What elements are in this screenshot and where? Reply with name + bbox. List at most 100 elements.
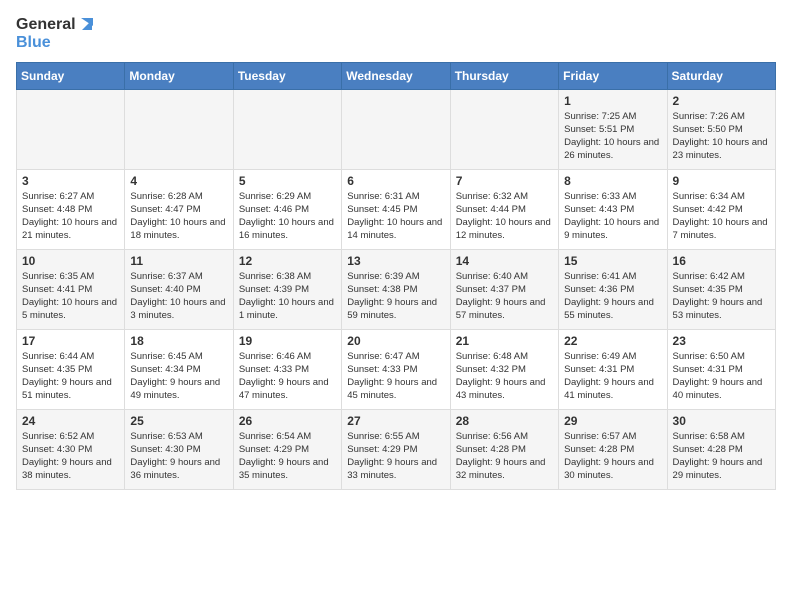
day-info: Sunrise: 6:32 AM Sunset: 4:44 PM Dayligh…	[456, 190, 553, 243]
calendar-cell: 9Sunrise: 6:34 AM Sunset: 4:42 PM Daylig…	[667, 169, 775, 249]
calendar-cell: 17Sunrise: 6:44 AM Sunset: 4:35 PM Dayli…	[17, 329, 125, 409]
day-info: Sunrise: 6:42 AM Sunset: 4:35 PM Dayligh…	[673, 270, 770, 323]
weekday-header-tuesday: Tuesday	[233, 62, 341, 89]
calendar-cell: 28 Sunrise: 6:56 AM Sunset: 4:28 PM Dayli…	[450, 409, 558, 489]
day-number: 28	[456, 414, 553, 428]
day-info: Sunrise: 6:27 AM Sunset: 4:48 PM Dayligh…	[22, 190, 119, 243]
calendar-cell: 20 Sunrise: 6:47 AM Sunset: 4:33 PM Dayli…	[342, 329, 450, 409]
day-info: Sunrise: 6:49 AM Sunset: 4:31 PM Dayligh…	[564, 350, 661, 403]
day-number: 21	[456, 334, 553, 348]
day-number: 12	[239, 254, 336, 268]
day-number: 11	[130, 254, 227, 268]
day-info: Sunrise: 6:48 AM Sunset: 4:32 PM Dayligh…	[456, 350, 553, 403]
day-number: 13	[347, 254, 444, 268]
day-info: Sunrise: 7:25 AM Sunset: 5:51 PM Dayligh…	[564, 110, 661, 163]
day-number: 27	[347, 414, 444, 428]
calendar-cell: 22 Sunrise: 6:49 AM Sunset: 4:31 PM Dayli…	[559, 329, 667, 409]
day-info: Sunrise: 6:33 AM Sunset: 4:43 PM Dayligh…	[564, 190, 661, 243]
day-number: 15	[564, 254, 661, 268]
day-number: 6	[347, 174, 444, 188]
day-number: 10	[22, 254, 119, 268]
calendar-cell: 26Sunrise: 6:54 AM Sunset: 4:29 PM Dayli…	[233, 409, 341, 489]
calendar-cell: 14 Sunrise: 6:40 AM Sunset: 4:37 PM Dayli…	[450, 249, 558, 329]
weekday-header-thursday: Thursday	[450, 62, 558, 89]
day-number: 8	[564, 174, 661, 188]
calendar-cell	[342, 89, 450, 169]
day-info: Sunrise: 6:56 AM Sunset: 4:28 PM Dayligh…	[456, 430, 553, 483]
day-info: Sunrise: 6:57 AM Sunset: 4:28 PM Dayligh…	[564, 430, 661, 483]
day-info: Sunrise: 6:53 AM Sunset: 4:30 PM Dayligh…	[130, 430, 227, 483]
day-number: 7	[456, 174, 553, 188]
day-info: Sunrise: 6:50 AM Sunset: 4:31 PM Dayligh…	[673, 350, 770, 403]
weekday-header-sunday: Sunday	[17, 62, 125, 89]
weekday-header-saturday: Saturday	[667, 62, 775, 89]
page-header: General Blue	[16, 16, 776, 52]
day-info: Sunrise: 6:44 AM Sunset: 4:35 PM Dayligh…	[22, 350, 119, 403]
weekday-header-friday: Friday	[559, 62, 667, 89]
logo: General Blue	[16, 16, 96, 52]
calendar-table: SundayMondayTuesdayWednesdayThursdayFrid…	[16, 62, 776, 490]
calendar-cell: 10 Sunrise: 6:35 AM Sunset: 4:41 PM Dayli…	[17, 249, 125, 329]
calendar-cell: 12 Sunrise: 6:38 AM Sunset: 4:39 PM Dayli…	[233, 249, 341, 329]
calendar-cell: 23 Sunrise: 6:50 AM Sunset: 4:31 PM Dayli…	[667, 329, 775, 409]
day-number: 5	[239, 174, 336, 188]
day-info: Sunrise: 6:37 AM Sunset: 4:40 PM Dayligh…	[130, 270, 227, 323]
logo-triangle-icon	[78, 16, 96, 34]
logo-blue-text: Blue	[16, 34, 96, 52]
calendar-cell: 25 Sunrise: 6:53 AM Sunset: 4:30 PM Dayli…	[125, 409, 233, 489]
calendar-cell	[450, 89, 558, 169]
day-info: Sunrise: 6:31 AM Sunset: 4:45 PM Dayligh…	[347, 190, 444, 243]
calendar-cell: 24Sunrise: 6:52 AM Sunset: 4:30 PM Dayli…	[17, 409, 125, 489]
day-number: 30	[673, 414, 770, 428]
day-number: 1	[564, 94, 661, 108]
calendar-cell: 11 Sunrise: 6:37 AM Sunset: 4:40 PM Dayli…	[125, 249, 233, 329]
calendar-cell: 4 Sunrise: 6:28 AM Sunset: 4:47 PM Daylig…	[125, 169, 233, 249]
calendar-cell: 16 Sunrise: 6:42 AM Sunset: 4:35 PM Dayli…	[667, 249, 775, 329]
calendar-cell: 15 Sunrise: 6:41 AM Sunset: 4:36 PM Dayli…	[559, 249, 667, 329]
day-info: Sunrise: 6:39 AM Sunset: 4:38 PM Dayligh…	[347, 270, 444, 323]
calendar-cell: 29 Sunrise: 6:57 AM Sunset: 4:28 PM Dayli…	[559, 409, 667, 489]
day-number: 29	[564, 414, 661, 428]
calendar-cell: 27 Sunrise: 6:55 AM Sunset: 4:29 PM Dayli…	[342, 409, 450, 489]
day-info: Sunrise: 6:40 AM Sunset: 4:37 PM Dayligh…	[456, 270, 553, 323]
day-info: Sunrise: 6:29 AM Sunset: 4:46 PM Dayligh…	[239, 190, 336, 243]
day-info: Sunrise: 6:41 AM Sunset: 4:36 PM Dayligh…	[564, 270, 661, 323]
day-number: 9	[673, 174, 770, 188]
day-number: 16	[673, 254, 770, 268]
day-number: 4	[130, 174, 227, 188]
calendar-cell	[125, 89, 233, 169]
calendar-cell: 5 Sunrise: 6:29 AM Sunset: 4:46 PM Daylig…	[233, 169, 341, 249]
calendar-cell: 2 Sunrise: 7:26 AM Sunset: 5:50 PM Daylig…	[667, 89, 775, 169]
day-info: Sunrise: 6:45 AM Sunset: 4:34 PM Dayligh…	[130, 350, 227, 403]
calendar-cell: 8 Sunrise: 6:33 AM Sunset: 4:43 PM Daylig…	[559, 169, 667, 249]
day-info: Sunrise: 6:28 AM Sunset: 4:47 PM Dayligh…	[130, 190, 227, 243]
day-info: Sunrise: 6:52 AM Sunset: 4:30 PM Dayligh…	[22, 430, 119, 483]
calendar-cell: 21 Sunrise: 6:48 AM Sunset: 4:32 PM Dayli…	[450, 329, 558, 409]
day-number: 22	[564, 334, 661, 348]
day-info: Sunrise: 7:26 AM Sunset: 5:50 PM Dayligh…	[673, 110, 770, 163]
calendar-cell: 13 Sunrise: 6:39 AM Sunset: 4:38 PM Dayli…	[342, 249, 450, 329]
weekday-header-wednesday: Wednesday	[342, 62, 450, 89]
calendar-cell: 6 Sunrise: 6:31 AM Sunset: 4:45 PM Daylig…	[342, 169, 450, 249]
day-number: 25	[130, 414, 227, 428]
day-info: Sunrise: 6:55 AM Sunset: 4:29 PM Dayligh…	[347, 430, 444, 483]
day-number: 14	[456, 254, 553, 268]
day-info: Sunrise: 6:38 AM Sunset: 4:39 PM Dayligh…	[239, 270, 336, 323]
logo-general-text: General	[16, 16, 76, 34]
day-number: 3	[22, 174, 119, 188]
calendar-cell: 1 Sunrise: 7:25 AM Sunset: 5:51 PM Daylig…	[559, 89, 667, 169]
day-info: Sunrise: 6:35 AM Sunset: 4:41 PM Dayligh…	[22, 270, 119, 323]
day-info: Sunrise: 6:54 AM Sunset: 4:29 PM Dayligh…	[239, 430, 336, 483]
calendar-cell: 19Sunrise: 6:46 AM Sunset: 4:33 PM Dayli…	[233, 329, 341, 409]
calendar-cell: 7 Sunrise: 6:32 AM Sunset: 4:44 PM Daylig…	[450, 169, 558, 249]
day-info: Sunrise: 6:47 AM Sunset: 4:33 PM Dayligh…	[347, 350, 444, 403]
calendar-cell: 18 Sunrise: 6:45 AM Sunset: 4:34 PM Dayli…	[125, 329, 233, 409]
calendar-cell: 3 Sunrise: 6:27 AM Sunset: 4:48 PM Daylig…	[17, 169, 125, 249]
day-info: Sunrise: 6:46 AM Sunset: 4:33 PM Dayligh…	[239, 350, 336, 403]
day-number: 20	[347, 334, 444, 348]
calendar-cell	[17, 89, 125, 169]
weekday-header-monday: Monday	[125, 62, 233, 89]
day-number: 18	[130, 334, 227, 348]
day-number: 23	[673, 334, 770, 348]
day-number: 2	[673, 94, 770, 108]
